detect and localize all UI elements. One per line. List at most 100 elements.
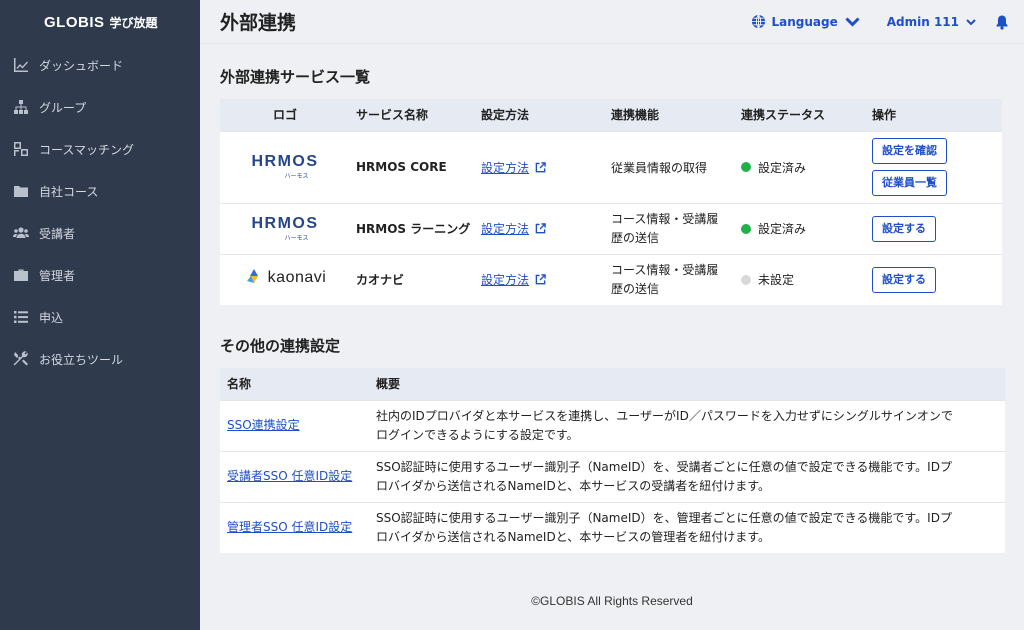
- status-badge: 設定済み: [741, 159, 872, 176]
- other-settings-table: 名称 概要 SSO連携設定 社内のIDプロバイダと本サービスを連携し、ユーザーが…: [220, 368, 1005, 553]
- external-link-icon: [535, 223, 546, 234]
- sidebar-item-label: 自社コース: [39, 184, 99, 199]
- footer-copyright: ©GLOBIS All Rights Reserved: [531, 594, 693, 608]
- tools-icon: [12, 350, 30, 368]
- logo-cell: HRMOS ハーモス: [220, 202, 350, 254]
- sidebar: GLOBIS 学び放題 ダッシュボード グループ コースマッチング 自社コース …: [0, 0, 200, 630]
- sidebar-item-label: お役立ちツール: [39, 352, 124, 367]
- hrmos-logo: HRMOS ハーモス: [251, 153, 319, 181]
- table-row: SSO連携設定 社内のIDプロバイダと本サービスを連携し、ユーザーがID／パスワ…: [220, 399, 1005, 451]
- service-name: HRMOS CORE: [350, 130, 481, 203]
- hrmos-logo: HRMOS ハーモス: [251, 214, 319, 242]
- sitemap-icon: [12, 98, 30, 116]
- kaonavi-logo: kaonavi: [244, 268, 327, 288]
- col-actions: 操作: [872, 99, 1002, 131]
- sidebar-item-course-matching[interactable]: コースマッチング: [0, 128, 200, 170]
- summary-cell: SSO認証時に使用するユーザー識別子（NameID）を、管理者ごとに任意の値で設…: [376, 501, 1005, 553]
- employee-list-button[interactable]: 従業員一覧: [872, 170, 947, 196]
- logo-cell: kaonavi: [220, 253, 350, 305]
- page-title: 外部連携: [220, 12, 297, 34]
- col-function: 連携機能: [611, 99, 741, 131]
- brand-logo[interactable]: GLOBIS 学び放題: [0, 0, 200, 44]
- table-row: kaonavi カオナビ 設定方法 コース情報・受講履 歴の送信 未設定 設定す…: [220, 253, 1002, 305]
- actions-cell: 設定を確認 従業員一覧: [872, 130, 1002, 203]
- table-row: HRMOS ハーモス HRMOS ラーニング 設定方法 コース情報・受講履 歴の: [220, 202, 1002, 254]
- col-service-name: サービス名称: [350, 99, 481, 131]
- users-icon: [12, 224, 30, 242]
- setup-method-cell: 設定方法: [481, 253, 611, 305]
- col-setup-method: 設定方法: [481, 99, 611, 131]
- setup-method-link[interactable]: 設定方法: [481, 271, 546, 288]
- sidebar-item-tools[interactable]: お役立ちツール: [0, 338, 200, 380]
- setup-method-link[interactable]: 設定方法: [481, 220, 546, 237]
- sidebar-item-applications[interactable]: 申込: [0, 296, 200, 338]
- sidebar-item-admins[interactable]: 管理者: [0, 254, 200, 296]
- service-name: カオナビ: [350, 253, 481, 305]
- function-cell: コース情報・受講履 歴の送信: [611, 253, 741, 305]
- status-dot: [741, 223, 751, 234]
- chevron-down-icon: [845, 17, 860, 27]
- status-cell: 未設定: [741, 253, 872, 305]
- col-name: 名称: [220, 368, 376, 400]
- setup-button[interactable]: 設定する: [872, 215, 936, 242]
- folder-icon: [12, 182, 30, 200]
- sidebar-item-label: 受講者: [39, 226, 76, 241]
- confirm-settings-button[interactable]: 設定を確認: [872, 138, 947, 164]
- services-section-title: 外部連携サービス一覧: [220, 68, 371, 86]
- table-row: HRMOS ハーモス HRMOS CORE 設定方法 従業員情報の取得 設定済み…: [220, 130, 1002, 203]
- sso-settings-link[interactable]: SSO連携設定: [227, 416, 300, 435]
- setup-button[interactable]: 設定する: [872, 266, 936, 293]
- other-section-title: その他の連携設定: [220, 337, 341, 355]
- admin-menu[interactable]: Admin 111: [887, 15, 976, 29]
- sidebar-nav: ダッシュボード グループ コースマッチング 自社コース 受講者 管理者 申込 お…: [0, 44, 200, 380]
- sidebar-item-dashboard[interactable]: ダッシュボード: [0, 44, 200, 86]
- function-cell: コース情報・受講履 歴の送信: [611, 202, 741, 254]
- admin-sso-id-link[interactable]: 管理者SSO 任意ID設定: [227, 518, 352, 537]
- main-content: 外部連携サービス一覧 ロゴ サービス名称 設定方法 連携機能 連携ステータス 操…: [200, 44, 1024, 630]
- other-table-card: 名称 概要 SSO連携設定 社内のIDプロバイダと本サービスを連携し、ユーザーが…: [220, 368, 1005, 553]
- services-table-card: ロゴ サービス名称 設定方法 連携機能 連携ステータス 操作 HRMOS ハーモ…: [220, 99, 1002, 305]
- logo-cell: HRMOS ハーモス: [220, 130, 350, 203]
- status-dot: [741, 162, 751, 172]
- name-cell: 受講者SSO 任意ID設定: [220, 450, 376, 502]
- sidebar-item-group[interactable]: グループ: [0, 86, 200, 128]
- external-link-icon: [535, 274, 546, 285]
- sidebar-item-label: ダッシュボード: [39, 58, 124, 73]
- setup-method-cell: 設定方法: [481, 202, 611, 254]
- setup-method-link[interactable]: 設定方法: [481, 159, 546, 176]
- chevron-down-icon: [966, 18, 976, 25]
- bell-icon[interactable]: [994, 14, 1010, 30]
- sidebar-item-own-course[interactable]: 自社コース: [0, 170, 200, 212]
- admin-name: Admin 111: [886, 14, 959, 29]
- briefcase-icon: [12, 266, 30, 284]
- learner-sso-id-link[interactable]: 受講者SSO 任意ID設定: [227, 467, 352, 486]
- sidebar-item-learners[interactable]: 受講者: [0, 212, 200, 254]
- function-cell: 従業員情報の取得: [611, 130, 741, 203]
- col-summary: 概要: [376, 368, 1005, 400]
- match-icon: [12, 140, 30, 158]
- col-status: 連携ステータス: [741, 99, 872, 131]
- sidebar-item-label: 申込: [39, 310, 64, 325]
- sidebar-item-label: グループ: [39, 100, 87, 115]
- chart-line-icon: [12, 56, 30, 74]
- table-header-row: ロゴ サービス名称 設定方法 連携機能 連携ステータス 操作: [220, 99, 1002, 131]
- status-dot: [741, 274, 751, 285]
- table-row: 受講者SSO 任意ID設定 SSO認証時に使用するユーザー識別子（NameID）…: [220, 450, 1005, 502]
- setup-method-cell: 設定方法: [481, 130, 611, 203]
- kaonavi-mark-icon: [246, 269, 258, 284]
- brand-name: GLOBIS: [44, 13, 105, 31]
- status-badge: 設定済み: [741, 220, 872, 237]
- col-logo: ロゴ: [220, 99, 350, 131]
- table-row: 管理者SSO 任意ID設定 SSO認証時に使用するユーザー識別子（NameID）…: [220, 501, 1005, 553]
- language-selector[interactable]: Language: [751, 14, 864, 29]
- summary-cell: 社内のIDプロバイダと本サービスを連携し、ユーザーがID／パスワードを入力せずに…: [376, 399, 1005, 451]
- table-header-row: 名称 概要: [220, 368, 1005, 400]
- actions-cell: 設定する: [872, 253, 1002, 305]
- globe-icon: [752, 14, 766, 29]
- brand-sub: 学び放題: [109, 15, 158, 30]
- summary-cell: SSO認証時に使用するユーザー識別子（NameID）を、受講者ごとに任意の値で設…: [376, 450, 1005, 502]
- external-link-icon: [535, 161, 546, 172]
- services-table: ロゴ サービス名称 設定方法 連携機能 連携ステータス 操作 HRMOS ハーモ…: [220, 99, 1002, 305]
- status-cell: 設定済み: [741, 202, 872, 254]
- name-cell: 管理者SSO 任意ID設定: [220, 501, 376, 553]
